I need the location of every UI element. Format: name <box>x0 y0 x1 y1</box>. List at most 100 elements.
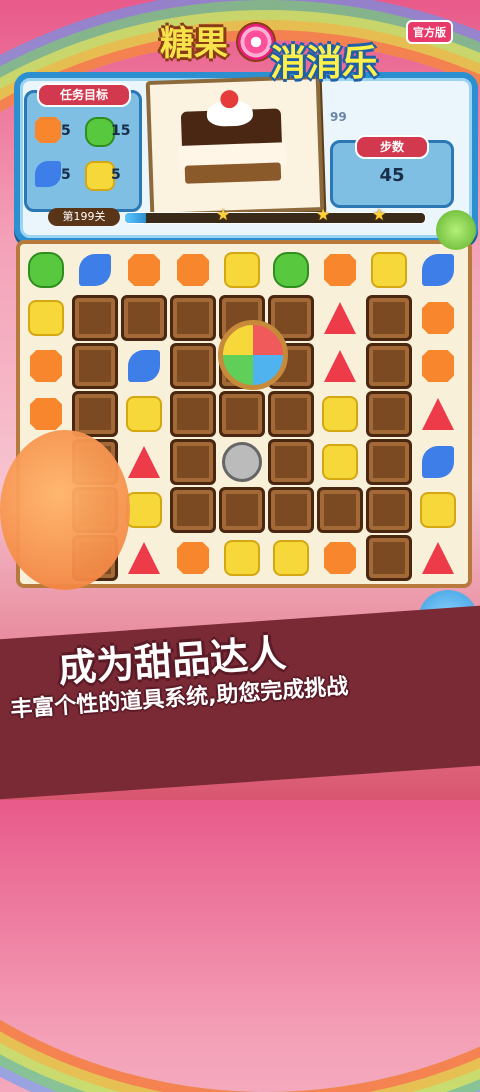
chocolate-block <box>268 439 314 485</box>
board-cell[interactable] <box>414 534 462 582</box>
orange-candy <box>177 254 209 286</box>
goal-count: 5 <box>61 167 71 183</box>
board-cell[interactable] <box>169 438 217 486</box>
chocolate-block <box>170 439 216 485</box>
board-cell[interactable] <box>120 342 168 390</box>
game-logo: 糖果 消消乐 官方版 <box>160 16 460 96</box>
board-cell[interactable] <box>218 438 266 486</box>
board-cell[interactable] <box>71 342 119 390</box>
red-candy <box>422 398 454 430</box>
board-cell[interactable] <box>218 486 266 534</box>
chocolate-block <box>317 487 363 533</box>
chocolate-block <box>366 487 412 533</box>
orange-candy <box>177 542 209 574</box>
yellow-candy <box>28 300 64 336</box>
goal-item-yellow: 5 <box>83 155 133 195</box>
board-cell[interactable] <box>120 390 168 438</box>
board-cell[interactable] <box>169 534 217 582</box>
board-cell[interactable] <box>267 534 315 582</box>
goal-count: 5 <box>61 123 71 139</box>
board-cell[interactable] <box>267 486 315 534</box>
orange-candy-icon <box>35 117 61 143</box>
board-cell[interactable] <box>120 294 168 342</box>
green-monster-icon <box>436 210 476 250</box>
blue-candy <box>128 350 160 382</box>
board-cell[interactable] <box>169 390 217 438</box>
board-cell[interactable] <box>414 438 462 486</box>
board-cell[interactable] <box>316 438 364 486</box>
board-cell[interactable] <box>316 342 364 390</box>
board-cell[interactable] <box>22 342 70 390</box>
steps-value: 45 <box>379 165 405 186</box>
chocolate-block <box>170 391 216 437</box>
star-icon: ★ <box>216 205 231 224</box>
green-candy <box>273 252 309 288</box>
board-cell[interactable] <box>71 294 119 342</box>
chocolate-block <box>268 391 314 437</box>
board-cell[interactable] <box>365 438 413 486</box>
chocolate-block <box>268 487 314 533</box>
board-cell[interactable] <box>169 342 217 390</box>
board-cell[interactable] <box>22 246 70 294</box>
orange-candy <box>30 350 62 382</box>
board-cell[interactable] <box>218 390 266 438</box>
yellow-candy <box>126 492 162 528</box>
board-cell[interactable] <box>414 342 462 390</box>
blue-candy <box>79 254 111 286</box>
steps-title: 步数 <box>355 135 429 159</box>
board-cell[interactable] <box>414 246 462 294</box>
chocolate-block <box>72 295 118 341</box>
board-cell[interactable] <box>169 294 217 342</box>
board-cell[interactable] <box>267 246 315 294</box>
board-cell[interactable] <box>218 534 266 582</box>
orange-candy <box>422 350 454 382</box>
orange-candy <box>128 254 160 286</box>
red-candy <box>422 542 454 574</box>
board-cell[interactable] <box>71 246 119 294</box>
board-cell[interactable] <box>365 342 413 390</box>
board-cell[interactable] <box>365 534 413 582</box>
board-cell[interactable] <box>316 294 364 342</box>
board-cell[interactable] <box>414 390 462 438</box>
chocolate-block <box>219 391 265 437</box>
board-cell[interactable] <box>316 390 364 438</box>
board-cell[interactable] <box>316 534 364 582</box>
level-progress: 第199关 ★ ★ ★ <box>48 205 432 226</box>
blue-candy-icon <box>35 161 61 187</box>
chocolate-block <box>219 487 265 533</box>
board-cell[interactable] <box>120 534 168 582</box>
board-cell[interactable] <box>414 486 462 534</box>
score-value: 99 <box>330 110 347 124</box>
board-cell[interactable] <box>316 246 364 294</box>
board-cell[interactable] <box>120 438 168 486</box>
progress-fill <box>125 213 146 223</box>
chocolate-block <box>170 343 216 389</box>
chocolate-block <box>170 487 216 533</box>
cat-mascot-icon <box>0 430 130 590</box>
board-cell[interactable] <box>169 246 217 294</box>
board-cell[interactable] <box>267 438 315 486</box>
yellow-candy <box>322 396 358 432</box>
board-cell[interactable] <box>365 486 413 534</box>
level-label: 第199关 <box>48 208 120 226</box>
star-icon: ★ <box>372 205 387 224</box>
board-cell[interactable] <box>365 390 413 438</box>
blue-candy <box>422 446 454 478</box>
board-cell[interactable] <box>267 390 315 438</box>
board-cell[interactable] <box>365 294 413 342</box>
board-cell[interactable] <box>365 246 413 294</box>
board-cell[interactable] <box>22 294 70 342</box>
board-cell[interactable] <box>120 246 168 294</box>
board-cell[interactable] <box>414 294 462 342</box>
official-badge: 官方版 <box>406 20 453 44</box>
orange-candy <box>324 542 356 574</box>
board-cell[interactable] <box>316 486 364 534</box>
rainbow-pie-icon[interactable] <box>218 320 288 390</box>
yellow-candy <box>273 540 309 576</box>
cake-base-layer <box>184 162 282 184</box>
chocolate-block <box>366 391 412 437</box>
blue-candy <box>422 254 454 286</box>
red-candy <box>324 350 356 382</box>
board-cell[interactable] <box>218 246 266 294</box>
board-cell[interactable] <box>169 486 217 534</box>
